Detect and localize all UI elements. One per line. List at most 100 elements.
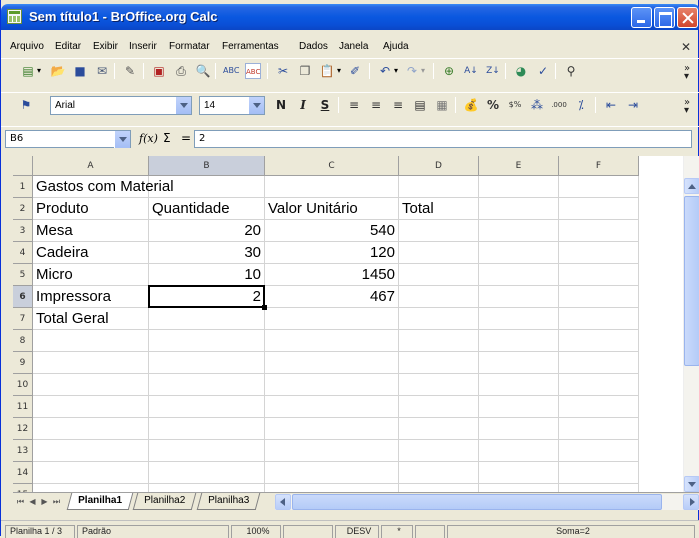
vertical-scroll-thumb[interactable] xyxy=(684,196,699,366)
cell-c15[interactable] xyxy=(265,484,399,492)
new-icon[interactable]: ▤ xyxy=(20,63,36,79)
cell-b2[interactable]: Quantidade xyxy=(149,198,265,220)
next-sheet-icon[interactable]: ▶ xyxy=(39,495,50,508)
column-header-c[interactable]: C xyxy=(265,156,399,176)
cell-a10[interactable] xyxy=(33,374,149,396)
cell-a6[interactable]: Impressora xyxy=(33,286,149,308)
font-size-dropdown-icon[interactable] xyxy=(248,97,264,114)
formula-input[interactable]: 2 xyxy=(194,130,692,148)
cell-e3[interactable] xyxy=(479,220,559,242)
cell-a4[interactable]: Cadeira xyxy=(33,242,149,264)
cell-d9[interactable] xyxy=(399,352,479,374)
percent-format-button[interactable]: % xyxy=(485,97,501,113)
page-style-status[interactable]: Padrão xyxy=(77,525,229,538)
cell-e12[interactable] xyxy=(479,418,559,440)
function-icon[interactable]: = xyxy=(181,131,191,145)
cell-a3[interactable]: Mesa xyxy=(33,220,149,242)
cell-c14[interactable] xyxy=(265,462,399,484)
row-header-10[interactable]: 10 xyxy=(13,374,33,396)
insert-mode-status[interactable] xyxy=(283,525,333,538)
cell-f12[interactable] xyxy=(559,418,639,440)
menu-dados[interactable]: Dados xyxy=(299,41,328,52)
spreadsheet-grid[interactable]: A B C D E F 1 Gastos com Material 2 Produto Quanti… xyxy=(13,156,683,492)
merge-cells-icon[interactable]: ▦ xyxy=(434,97,450,113)
sheet-tab-planilha2[interactable]: Planilha2 xyxy=(132,493,197,510)
sheet-tab-planilha1[interactable]: Planilha1 xyxy=(66,493,134,510)
scroll-left-button[interactable] xyxy=(275,494,291,510)
previous-sheet-icon[interactable]: ◀ xyxy=(27,495,38,508)
sheet-tab-planilha3[interactable]: Planilha3 xyxy=(196,493,261,510)
cell-c12[interactable] xyxy=(265,418,399,440)
font-size-select[interactable]: 14 xyxy=(199,96,265,115)
cell-d1[interactable] xyxy=(399,176,479,198)
cell-f7[interactable] xyxy=(559,308,639,330)
horizontal-scroll-thumb[interactable] xyxy=(292,494,662,510)
cell-c4[interactable]: 120 xyxy=(265,242,399,264)
row-header-9[interactable]: 9 xyxy=(13,352,33,374)
title-bar[interactable]: Sem título1 - BrOffice.org Calc xyxy=(1,4,699,30)
menu-formatar[interactable]: Formatar xyxy=(169,41,210,52)
column-header-a[interactable]: A xyxy=(33,156,149,176)
name-box-dropdown-icon[interactable] xyxy=(114,131,130,148)
cell-a14[interactable] xyxy=(33,462,149,484)
save-icon[interactable]: ■ xyxy=(72,63,88,79)
name-box[interactable]: B6 xyxy=(5,130,131,148)
cell-a13[interactable] xyxy=(33,440,149,462)
cell-f9[interactable] xyxy=(559,352,639,374)
cell-c1[interactable] xyxy=(265,176,399,198)
cell-e8[interactable] xyxy=(479,330,559,352)
align-left-icon[interactable]: ≡ xyxy=(346,97,362,113)
cell-d6[interactable] xyxy=(399,286,479,308)
print-preview-icon[interactable]: 🔍 xyxy=(195,63,211,79)
last-sheet-icon[interactable]: ⏭ xyxy=(51,495,62,508)
new-dropdown-icon[interactable]: ▾ xyxy=(35,63,43,79)
row-header-14[interactable]: 14 xyxy=(13,462,33,484)
open-icon[interactable]: 📂 xyxy=(50,63,66,79)
styles-formatting-icon[interactable]: ⚑ xyxy=(18,97,34,113)
cell-e15[interactable] xyxy=(479,484,559,492)
column-header-e[interactable]: E xyxy=(479,156,559,176)
cell-f8[interactable] xyxy=(559,330,639,352)
cell-a12[interactable] xyxy=(33,418,149,440)
add-decimal-icon[interactable]: ⁂ xyxy=(529,97,545,113)
cell-c5[interactable]: 1450 xyxy=(265,264,399,286)
redo-icon[interactable]: ↷ xyxy=(404,63,420,79)
sort-descending-icon[interactable]: Z↓ xyxy=(485,63,501,79)
cell-c6[interactable]: 467 xyxy=(265,286,399,308)
toolbar-overflow-icon[interactable]: » ▾ xyxy=(684,98,690,116)
fill-handle[interactable] xyxy=(262,305,267,310)
cell-a7[interactable]: Total Geral xyxy=(33,308,149,330)
cell-a5[interactable]: Micro xyxy=(33,264,149,286)
format-paintbrush-icon[interactable]: ✐ xyxy=(347,63,363,79)
menu-arquivo[interactable]: Arquivo xyxy=(10,41,44,52)
menu-editar[interactable]: Editar xyxy=(55,41,81,52)
row-header-4[interactable]: 4 xyxy=(13,242,33,264)
cell-e4[interactable] xyxy=(479,242,559,264)
cell-d15[interactable] xyxy=(399,484,479,492)
cell-d3[interactable] xyxy=(399,220,479,242)
cell-c7[interactable] xyxy=(265,308,399,330)
column-header-b[interactable]: B xyxy=(149,156,265,176)
font-name-select[interactable]: Arial xyxy=(50,96,192,115)
italic-button[interactable]: I xyxy=(295,97,311,113)
autospellcheck-icon[interactable]: ABC xyxy=(245,63,261,79)
edit-file-icon[interactable]: ✎ xyxy=(122,63,138,79)
function-wizard-icon[interactable]: f(x) xyxy=(139,132,158,145)
column-header-f[interactable]: F xyxy=(559,156,639,176)
cell-b15[interactable] xyxy=(149,484,265,492)
cell-a15[interactable] xyxy=(33,484,149,492)
first-sheet-icon[interactable]: ⏮ xyxy=(15,495,26,508)
cell-f1[interactable] xyxy=(559,176,639,198)
paste-dropdown-icon[interactable]: ▾ xyxy=(335,63,343,79)
cell-b7[interactable] xyxy=(149,308,265,330)
signature-status[interactable] xyxy=(415,525,445,538)
cell-c2[interactable]: Valor Unitário xyxy=(265,198,399,220)
row-header-7[interactable]: 7 xyxy=(13,308,33,330)
spellcheck-icon[interactable]: ABC xyxy=(223,63,239,79)
menu-ferramentas[interactable]: Ferramentas xyxy=(222,41,279,52)
underline-button[interactable]: S xyxy=(317,97,333,113)
menu-inserir[interactable]: Inserir xyxy=(129,41,157,52)
cell-b13[interactable] xyxy=(149,440,265,462)
copy-icon[interactable]: ❐ xyxy=(297,63,313,79)
row-header-8[interactable]: 8 xyxy=(13,330,33,352)
